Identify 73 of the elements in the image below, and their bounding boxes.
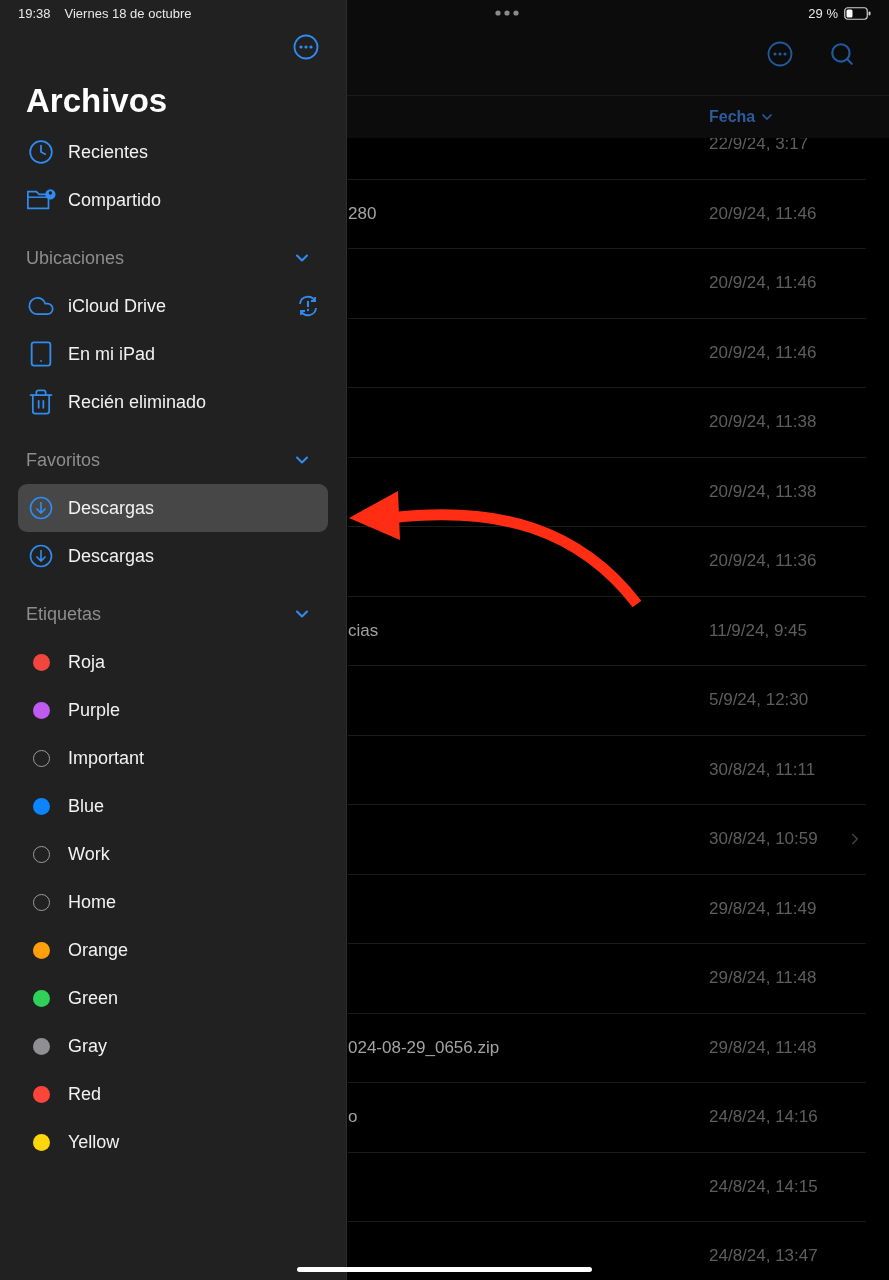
file-date: 30/8/24, 10:59 — [709, 829, 819, 850]
file-date: 11/9/24, 9:45 — [709, 620, 808, 641]
section-title: Ubicaciones — [26, 247, 125, 269]
trash-icon — [27, 388, 55, 416]
file-date: 20/9/24, 11:38 — [709, 412, 818, 433]
download-icon — [29, 544, 53, 568]
multitasking-dots-icon[interactable] — [494, 10, 519, 16]
sidebar-item[interactable]: Yellow — [18, 1118, 328, 1166]
battery-percent: 29 % — [808, 5, 838, 21]
sidebar-item[interactable]: iCloud Drive — [18, 282, 328, 330]
sidebar-item-label: Recientes — [68, 141, 150, 163]
file-date: 29/8/24, 11:48 — [709, 968, 818, 989]
sidebar-item-label: Important — [68, 747, 146, 769]
file-name: 280 — [348, 202, 377, 223]
file-date: 20/9/24, 11:46 — [709, 342, 818, 363]
sidebar-item-label: Home — [68, 891, 117, 913]
file-date: 24/8/24, 14:15 — [709, 1176, 819, 1197]
file-date: 29/8/24, 11:48 — [709, 1037, 818, 1058]
sidebar-item-label: Green — [68, 987, 120, 1009]
sidebar-item[interactable]: Green — [18, 974, 328, 1022]
sidebar-item[interactable]: Gray — [18, 1022, 328, 1070]
sidebar-item-label: Purple — [68, 699, 122, 721]
sidebar-item[interactable]: Purple — [18, 686, 328, 734]
sync-warning-icon[interactable] — [296, 294, 320, 318]
sidebar-item-label: Orange — [68, 939, 130, 961]
file-date: 24/8/24, 13:47 — [709, 1246, 819, 1267]
sidebar-item-label: Yellow — [68, 1131, 121, 1153]
sidebar-item[interactable]: Work — [18, 830, 328, 878]
sidebar-item-label: En mi iPad — [68, 343, 157, 365]
sidebar-title: Archivos — [26, 82, 169, 120]
sidebar-item[interactable]: Red — [18, 1070, 328, 1118]
sidebar-item-label: Blue — [68, 795, 106, 817]
file-date: 20/9/24, 11:46 — [709, 273, 818, 294]
sidebar-item[interactable]: Descargas — [18, 532, 328, 580]
search-icon[interactable] — [829, 40, 855, 67]
sidebar-item[interactable]: Recién eliminado — [18, 378, 328, 426]
sidebar-item[interactable]: Compartido — [18, 176, 328, 224]
sidebar-item[interactable]: Descargas — [18, 484, 328, 532]
file-name: 024-08-29_0656.zip — [348, 1036, 500, 1057]
sidebar-item-label: Work — [68, 843, 111, 865]
file-date: 29/8/24, 11:49 — [709, 898, 818, 919]
status-time: 19:38 — [18, 5, 51, 21]
sidebar-item[interactable]: En mi iPad — [18, 330, 328, 378]
file-date: 5/9/24, 12:30 — [709, 690, 810, 711]
sidebar-item[interactable]: Important — [18, 734, 328, 782]
clock-icon — [28, 139, 54, 165]
sidebar-item[interactable]: Orange — [18, 926, 328, 974]
more-icon[interactable] — [767, 40, 793, 67]
section-title: Favoritos — [26, 449, 101, 471]
file-name: cias — [348, 619, 379, 640]
section-title: Etiquetas — [26, 603, 102, 625]
sidebar-item[interactable]: Home — [18, 878, 328, 926]
file-date: 20/9/24, 11:38 — [709, 481, 818, 502]
battery-icon — [844, 6, 871, 20]
sidebar-item-label: Descargas — [68, 497, 156, 519]
sidebar-item[interactable]: Roja — [18, 638, 328, 686]
sidebar-item-label: Gray — [68, 1035, 108, 1057]
status-date: Viernes 18 de octubre — [64, 5, 192, 21]
sidebar-item[interactable]: Recientes — [18, 128, 328, 176]
sidebar-item-label: Red — [68, 1083, 103, 1105]
sidebar-item-label: Compartido — [68, 189, 163, 211]
file-name: o — [348, 1106, 358, 1127]
download-icon — [29, 496, 53, 520]
file-date: 30/8/24, 11:11 — [709, 759, 817, 780]
file-date: 24/8/24, 14:16 — [709, 1107, 819, 1128]
sidebar-item-label: iCloud Drive — [68, 295, 168, 317]
sidebar-item-label: Descargas — [68, 545, 156, 567]
file-date: 20/9/24, 11:36 — [709, 551, 818, 572]
more-icon[interactable] — [293, 34, 319, 60]
sidebar-item-label: Roja — [68, 651, 107, 673]
file-date: 20/9/24, 11:46 — [709, 203, 818, 224]
sidebar-item-label: Recién eliminado — [68, 391, 208, 413]
sidebar-item[interactable]: Blue — [18, 782, 328, 830]
